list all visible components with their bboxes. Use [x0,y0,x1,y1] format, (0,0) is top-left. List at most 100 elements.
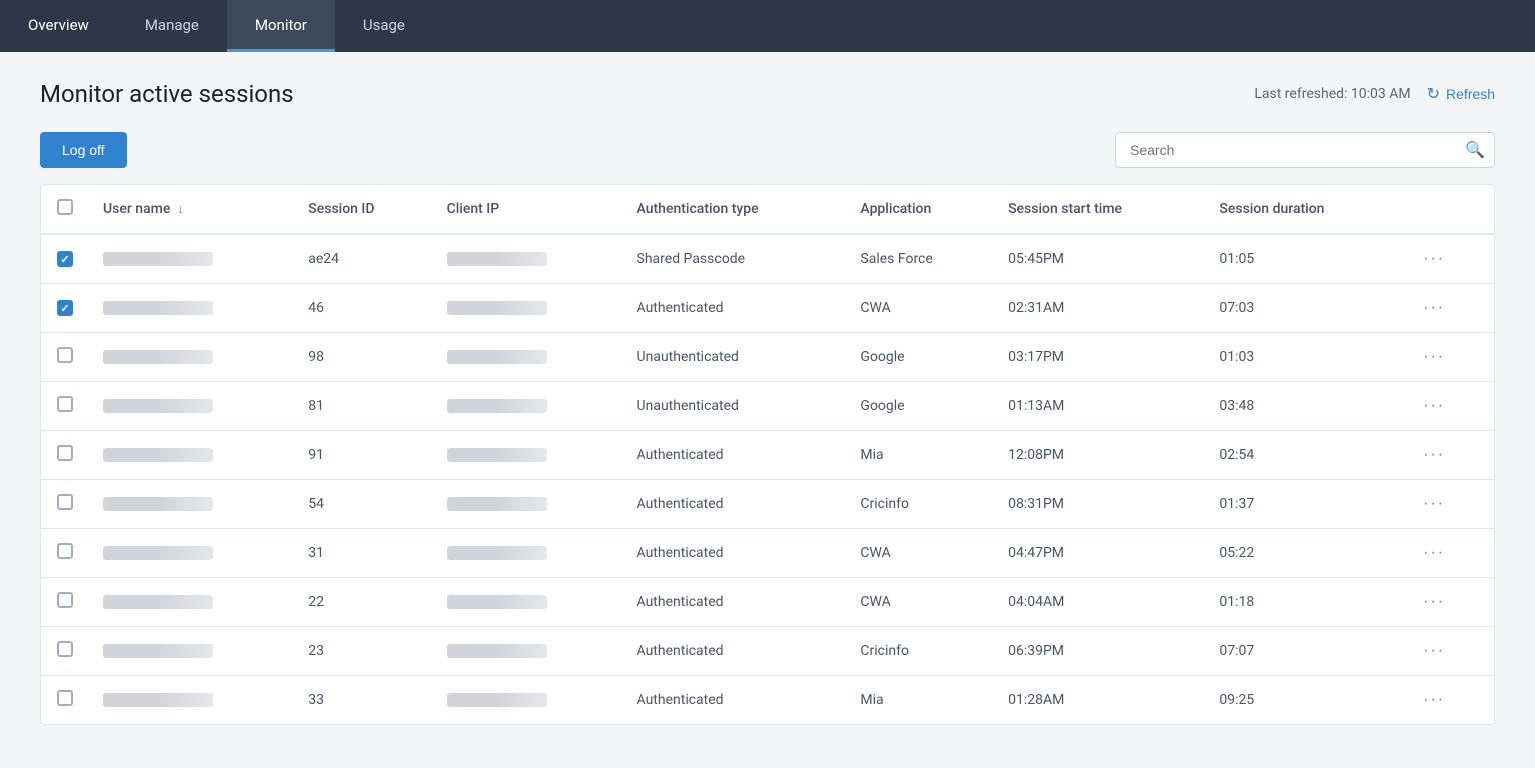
row-username-4 [91,382,296,431]
row-auth-type-6: Authenticated [625,480,849,529]
header-session-start: Session start time [996,185,1207,234]
row-session-id-10: 33 [296,676,434,725]
row-session-id-5: 91 [296,431,434,480]
row-auth-type-3: Unauthenticated [625,333,849,382]
row-application-2: CWA [848,284,996,333]
row-checkbox-8[interactable] [57,592,73,608]
row-actions-8: ··· [1405,578,1494,627]
header-session-start-label: Session start time [1008,201,1122,217]
row-username-2 [91,284,296,333]
row-client-ip-7 [435,529,625,578]
row-auth-type-7: Authenticated [625,529,849,578]
client-ip-blurred-1 [447,252,547,266]
row-checkbox-3[interactable] [57,347,73,363]
table-row: 33 Authenticated Mia 01:28AM 09:25 ··· [41,676,1494,725]
nav-item-usage[interactable]: Usage [335,0,433,52]
nav-label-monitor: Monitor [255,16,307,34]
row-application-4: Google [848,382,996,431]
row-actions-7: ··· [1405,529,1494,578]
row-session-start-3: 03:17PM [996,333,1207,382]
row-checkbox-9[interactable] [57,641,73,657]
row-username-5 [91,431,296,480]
row-checkbox-6[interactable] [57,494,73,510]
row-username-10 [91,676,296,725]
row-checkbox-2[interactable] [57,300,73,316]
row-checkbox-cell [41,333,91,382]
row-session-start-6: 08:31PM [996,480,1207,529]
search-icon-button[interactable]: 🔍 [1465,140,1485,160]
username-blurred-10 [103,693,213,707]
row-auth-type-8: Authenticated [625,578,849,627]
row-session-duration-5: 02:54 [1207,431,1405,480]
row-application-5: Mia [848,431,996,480]
row-checkbox-7[interactable] [57,543,73,559]
nav-item-monitor[interactable]: Monitor [227,0,335,52]
row-more-button-6[interactable]: ··· [1417,493,1451,515]
search-container: 🔍 [1115,132,1495,168]
select-all-checkbox[interactable] [57,199,73,215]
row-auth-type-9: Authenticated [625,627,849,676]
nav-item-overview[interactable]: Overview [0,0,117,52]
row-checkbox-4[interactable] [57,396,73,412]
row-actions-3: ··· [1405,333,1494,382]
row-application-7: CWA [848,529,996,578]
row-session-id-8: 22 [296,578,434,627]
sessions-table-wrapper: User name ↓ Session ID Client IP Authent… [40,184,1495,725]
search-icon: 🔍 [1465,142,1485,159]
row-session-id-7: 31 [296,529,434,578]
row-actions-4: ··· [1405,382,1494,431]
row-more-button-10[interactable]: ··· [1417,689,1451,711]
row-more-button-9[interactable]: ··· [1417,640,1451,662]
top-navigation: Overview Manage Monitor Usage [0,0,1535,52]
refresh-button[interactable]: ↻ Refresh [1427,84,1495,104]
header-session-duration: Session duration [1207,185,1405,234]
client-ip-blurred-7 [447,546,547,560]
row-checkbox-1[interactable] [57,251,73,267]
row-checkbox-cell [41,578,91,627]
table-row: 81 Unauthenticated Google 01:13AM 03:48 … [41,382,1494,431]
row-more-button-3[interactable]: ··· [1417,346,1451,368]
row-checkbox-5[interactable] [57,445,73,461]
row-checkbox-cell [41,529,91,578]
row-more-button-7[interactable]: ··· [1417,542,1451,564]
row-session-id-3: 98 [296,333,434,382]
row-username-8 [91,578,296,627]
row-more-button-5[interactable]: ··· [1417,444,1451,466]
row-session-start-2: 02:31AM [996,284,1207,333]
row-checkbox-cell [41,234,91,284]
table-row: 22 Authenticated CWA 04:04AM 01:18 ··· [41,578,1494,627]
header-application: Application [848,185,996,234]
table-row: 91 Authenticated Mia 12:08PM 02:54 ··· [41,431,1494,480]
row-more-button-1[interactable]: ··· [1417,248,1451,270]
row-checkbox-cell [41,676,91,725]
refresh-icon: ↻ [1427,84,1440,104]
row-auth-type-10: Authenticated [625,676,849,725]
row-actions-9: ··· [1405,627,1494,676]
row-actions-10: ··· [1405,676,1494,725]
table-header-row: User name ↓ Session ID Client IP Authent… [41,185,1494,234]
row-session-start-7: 04:47PM [996,529,1207,578]
username-blurred-8 [103,595,213,609]
row-checkbox-10[interactable] [57,690,73,706]
nav-label-overview: Overview [28,16,89,34]
row-more-button-2[interactable]: ··· [1417,297,1451,319]
search-input[interactable] [1115,132,1495,168]
table-row: 54 Authenticated Cricinfo 08:31PM 01:37 … [41,480,1494,529]
row-username-1 [91,234,296,284]
log-off-button[interactable]: Log off [40,132,127,168]
row-username-3 [91,333,296,382]
client-ip-blurred-3 [447,350,547,364]
nav-item-manage[interactable]: Manage [117,0,227,52]
username-blurred-4 [103,399,213,413]
row-auth-type-4: Unauthenticated [625,382,849,431]
row-actions-6: ··· [1405,480,1494,529]
header-auth-type: Authentication type [625,185,849,234]
row-checkbox-cell [41,627,91,676]
row-username-7 [91,529,296,578]
row-more-button-8[interactable]: ··· [1417,591,1451,613]
row-application-8: CWA [848,578,996,627]
toolbar: Log off 🔍 [40,132,1495,168]
header-username[interactable]: User name ↓ [91,185,296,234]
row-auth-type-5: Authenticated [625,431,849,480]
row-more-button-4[interactable]: ··· [1417,395,1451,417]
